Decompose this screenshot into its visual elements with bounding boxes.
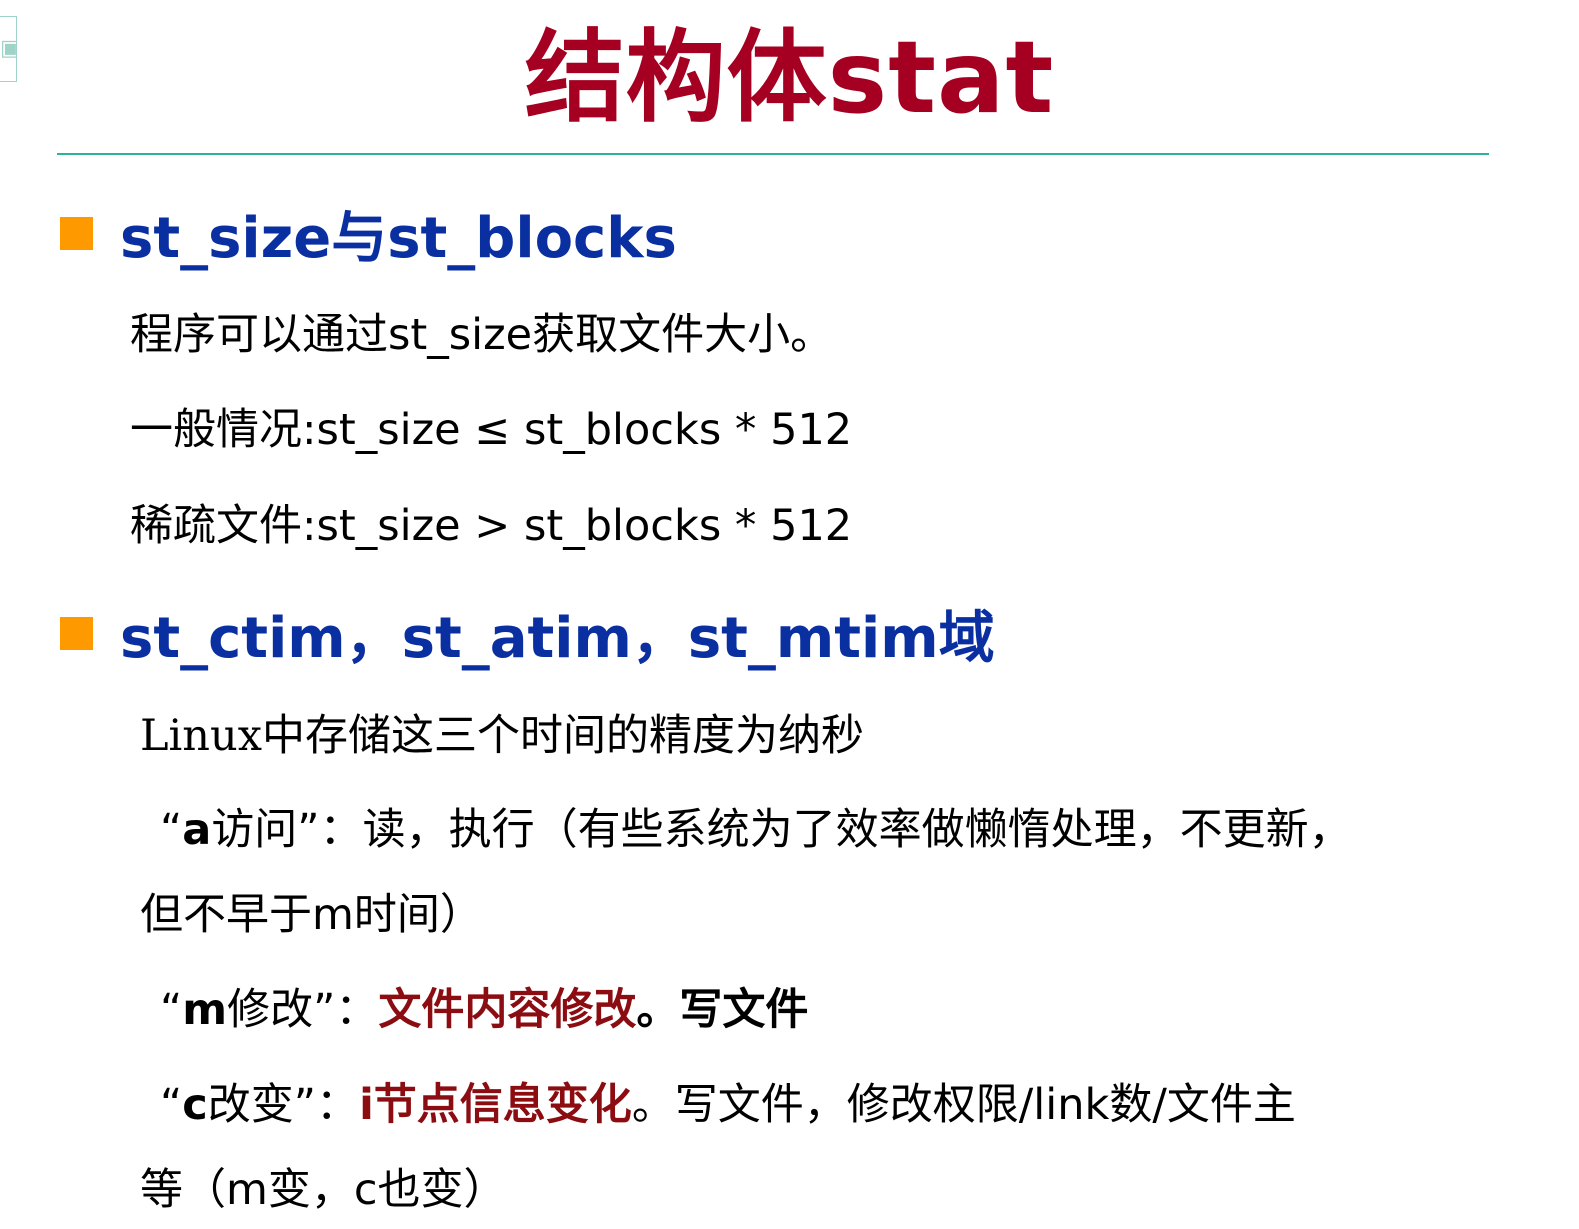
mtime-key: m bbox=[182, 985, 228, 1035]
title-divider bbox=[57, 153, 1489, 155]
precision-note: Linux中存储这三个时间的精度为纳秒 bbox=[140, 711, 864, 761]
ctime-line-continued: 等（m变，c也变） bbox=[140, 1165, 507, 1215]
mtime-text: 。写文件 bbox=[636, 985, 809, 1035]
normal-case-formula: 一般情况:st_size ≤ st_blocks * 512 bbox=[130, 405, 853, 455]
section-2-heading-row: st_ctim，st_atim，st_mtim域 bbox=[60, 598, 995, 671]
ctime-key: c bbox=[182, 1080, 208, 1130]
ctime-text: 。写文件，修改权限/link数/文件主 bbox=[631, 1080, 1296, 1130]
atime-line: “a访问”：读，执行（有些系统为了效率做懒惰处理，不更新， bbox=[160, 800, 1352, 860]
mtime-label: 修改”： bbox=[227, 985, 379, 1035]
atime-text: 读，执行（有些系统为了效率做懒惰处理，不更新， bbox=[362, 805, 1352, 855]
ctime-highlight: i节点信息变化 bbox=[359, 1080, 632, 1130]
bullet-square-icon bbox=[60, 216, 93, 250]
atime-open-quote: “ bbox=[160, 805, 183, 855]
atime-label: 访问”： bbox=[211, 805, 363, 855]
size-description: 程序可以通过st_size获取文件大小。 bbox=[130, 310, 834, 360]
sparse-file-formula: 稀疏文件:st_size > st_blocks * 512 bbox=[130, 501, 853, 551]
atime-key: a bbox=[182, 805, 212, 855]
bullet-square-icon bbox=[60, 616, 93, 650]
atime-line-continued: 但不早于m时间） bbox=[140, 890, 483, 940]
ctime-open-quote: “ bbox=[160, 1080, 183, 1130]
ctime-line: “c改变”：i节点信息变化。写文件，修改权限/link数/文件主 bbox=[160, 1075, 1296, 1135]
mtime-line: “m修改”：文件内容修改。写文件 bbox=[160, 980, 808, 1040]
section-1-heading-row: st_size与st_blocks bbox=[60, 198, 677, 271]
section-2-heading: st_ctim，st_atim，st_mtim域 bbox=[120, 605, 995, 671]
section-1-heading: st_size与st_blocks bbox=[120, 205, 677, 271]
mtime-highlight: 文件内容修改 bbox=[378, 985, 637, 1035]
mtime-open-quote: “ bbox=[160, 985, 183, 1035]
slide-title: 结构体stat bbox=[524, 19, 1055, 136]
ctime-label: 改变”： bbox=[207, 1080, 360, 1130]
